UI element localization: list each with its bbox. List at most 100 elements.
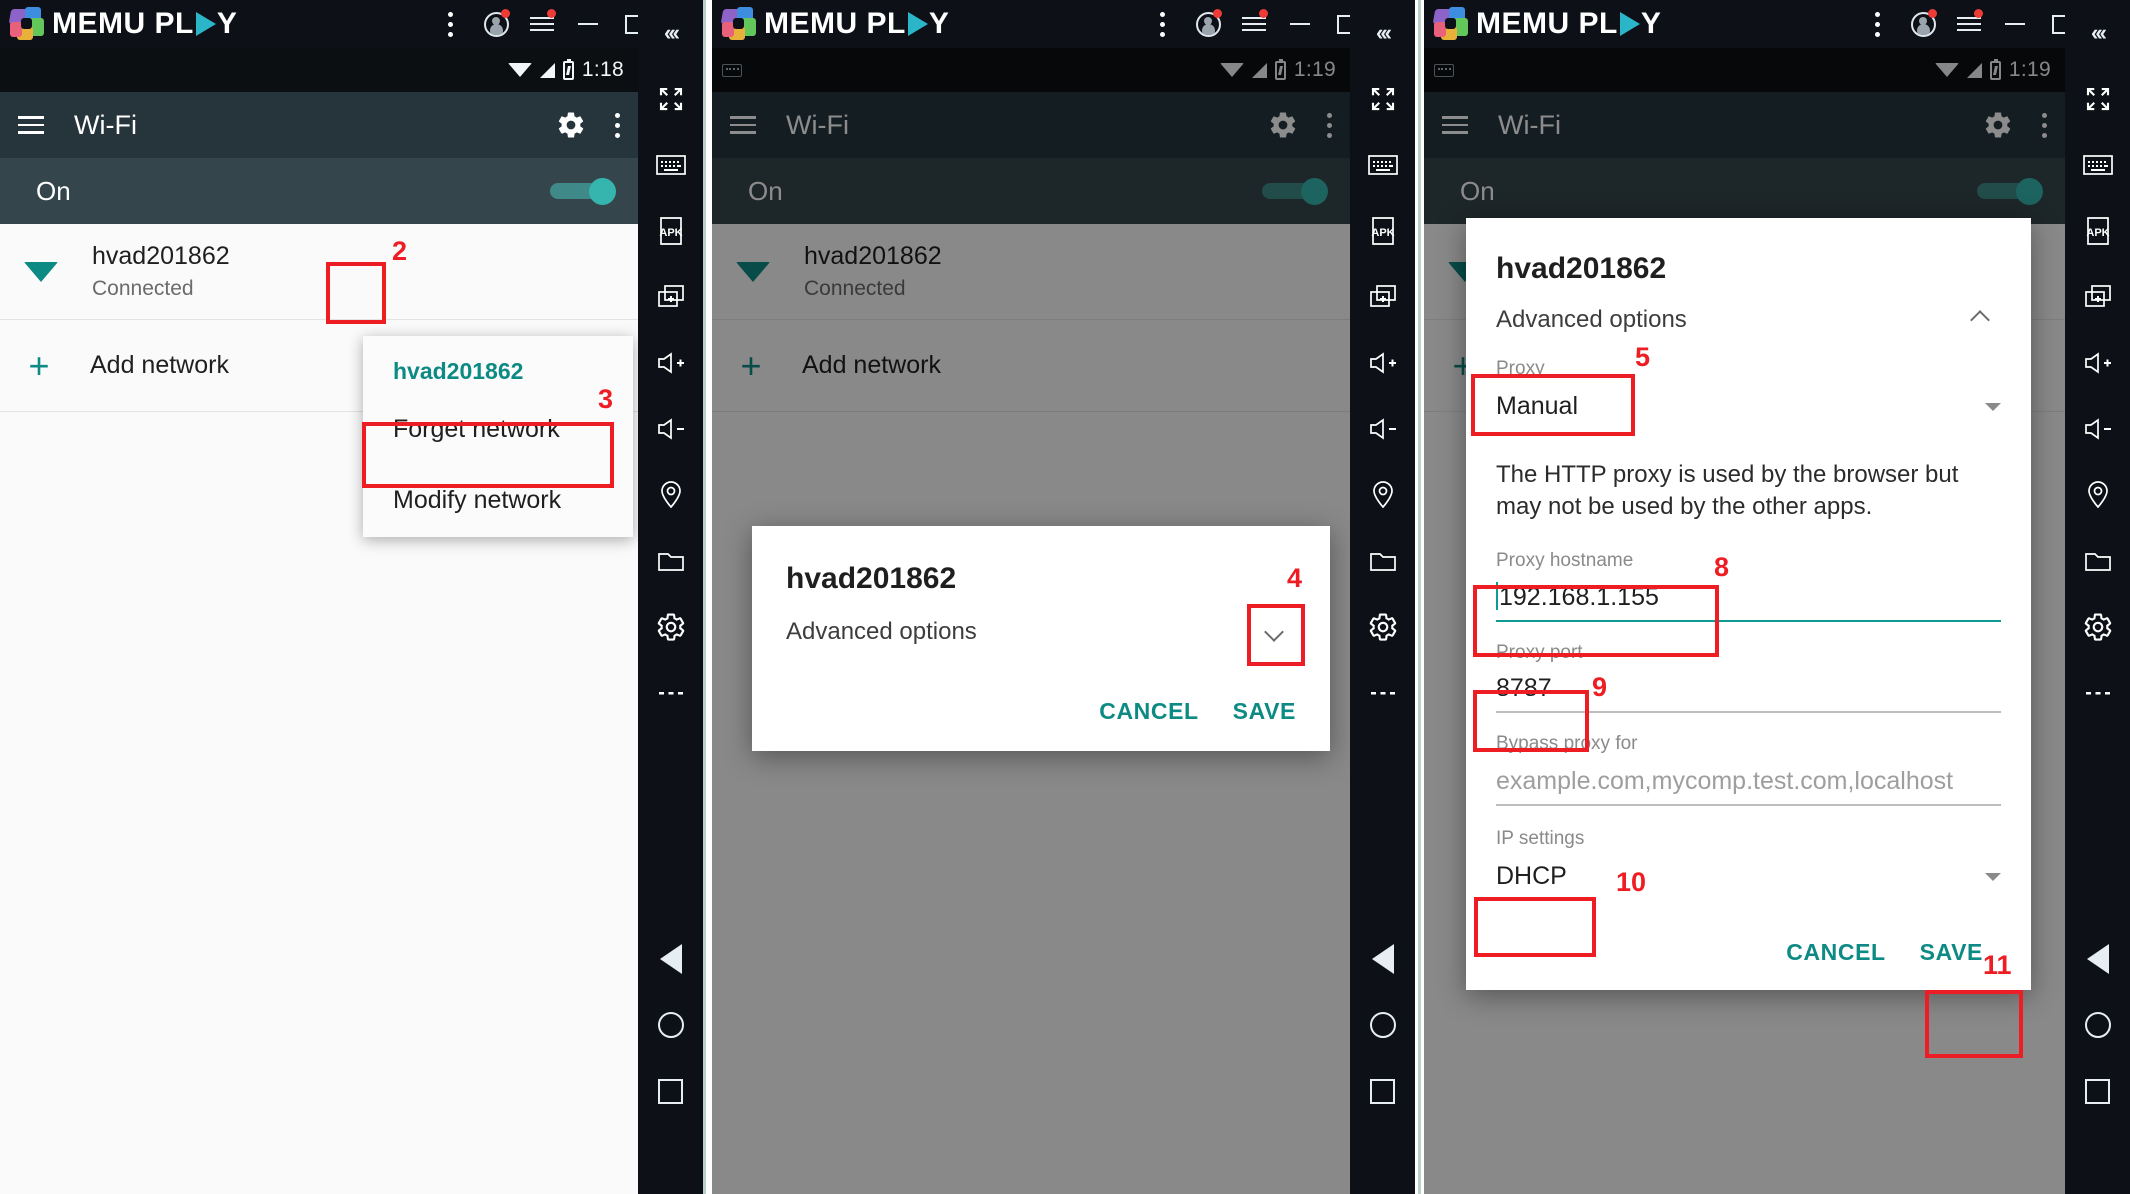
network-row-hvad201862[interactable]: hvad201862 Connected	[0, 224, 638, 320]
keyboard-button[interactable]	[1350, 132, 1415, 198]
settings-button[interactable]	[1350, 594, 1415, 660]
nav-back-button[interactable]	[1350, 926, 1415, 992]
apk-install-button[interactable]: APK	[1350, 198, 1415, 264]
keyboard-icon	[655, 155, 686, 175]
settings-button[interactable]	[2065, 594, 2130, 660]
titlebar: MEMU PL Y	[1424, 0, 2130, 48]
fullscreen-icon	[2086, 87, 2109, 111]
bypass-proxy-input[interactable]: example.com,mycomp.test.com,localhost	[1496, 767, 2001, 796]
nav-recents-button[interactable]	[1350, 1058, 1415, 1124]
titlebar-kebab-button[interactable]	[1854, 0, 1900, 48]
apk-icon: APK	[2086, 217, 2109, 245]
annotation-number-2: 2	[392, 236, 408, 266]
fullscreen-icon	[659, 87, 682, 111]
apk-install-button[interactable]: APK	[2065, 198, 2130, 264]
minimize-button[interactable]	[1992, 0, 2038, 48]
volume-up-icon	[2084, 352, 2111, 374]
location-button[interactable]	[1350, 462, 1415, 528]
account-button[interactable]	[1185, 0, 1231, 48]
volume-up-icon	[657, 352, 684, 374]
account-badge-dot	[1928, 9, 1937, 18]
page-title: Wi-Fi	[74, 109, 137, 140]
volume-down-button[interactable]	[2065, 396, 2130, 462]
context-menu-header: hvad201862	[393, 358, 524, 384]
nav-home-button[interactable]	[1350, 992, 1415, 1058]
minimize-icon	[2005, 23, 2025, 25]
fullscreen-button[interactable]	[1350, 66, 1415, 132]
memu-pentagon-logo	[8, 7, 44, 41]
collapse-rail-button[interactable]: ‹‹‹	[2065, 0, 2130, 66]
signal-icon	[539, 62, 555, 78]
recents-square-icon	[1370, 1078, 1395, 1104]
wifi-signal-icon	[24, 261, 58, 282]
volume-up-button[interactable]	[2065, 330, 2130, 396]
collapse-rail-button[interactable]: ‹‹‹	[638, 0, 703, 66]
titlebar-kebab-button[interactable]	[427, 0, 473, 48]
nav-home-button[interactable]	[638, 992, 703, 1058]
add-window-icon	[1369, 285, 1396, 307]
fullscreen-button[interactable]	[2065, 66, 2130, 132]
menu-badge-dot	[547, 9, 556, 18]
shared-folder-button[interactable]	[2065, 528, 2130, 594]
advanced-options-collapser[interactable]	[1959, 310, 2001, 330]
nav-recents-button[interactable]	[2065, 1058, 2130, 1124]
annotation-number-9: 9	[1592, 672, 1608, 702]
volume-up-button[interactable]	[1350, 330, 1415, 396]
memu-pentagon-logo	[720, 7, 756, 41]
wifi-toggle-row[interactable]: On	[0, 158, 638, 224]
cancel-button[interactable]: CANCEL	[1099, 698, 1198, 725]
hamburger-icon[interactable]	[18, 111, 44, 139]
volume-down-button[interactable]	[638, 396, 703, 462]
volume-up-button[interactable]	[638, 330, 703, 396]
ip-settings-select[interactable]: DHCP	[1496, 862, 2001, 891]
keyboard-button[interactable]	[2065, 132, 2130, 198]
settings-button[interactable]	[638, 594, 703, 660]
titlebar-kebab-button[interactable]	[1139, 0, 1185, 48]
menu-button[interactable]	[1231, 0, 1277, 48]
dialog-title: hvad201862	[1496, 252, 1667, 285]
multi-window-button[interactable]	[2065, 264, 2130, 330]
recents-square-icon	[658, 1078, 683, 1104]
nav-back-button[interactable]	[2065, 926, 2130, 992]
cancel-button[interactable]: CANCEL	[1786, 939, 1885, 966]
volume-down-button[interactable]	[1350, 396, 1415, 462]
annotation-box-5	[1471, 374, 1635, 436]
chevrons-left-icon: ‹‹‹	[1376, 20, 1392, 45]
account-button[interactable]	[473, 0, 519, 48]
minimize-button[interactable]	[565, 0, 611, 48]
wifi-toggle-switch[interactable]	[550, 178, 616, 205]
chevron-up-icon	[1970, 310, 1990, 330]
wifi-appbar: Wi-Fi	[0, 92, 638, 158]
more-button[interactable]	[638, 660, 703, 726]
proxy-hostname-label: Proxy hostname	[1496, 550, 1634, 572]
fullscreen-button[interactable]	[638, 66, 703, 132]
minimize-button[interactable]	[1277, 0, 1323, 48]
location-button[interactable]	[2065, 462, 2130, 528]
apk-install-button[interactable]: APK	[638, 198, 703, 264]
annotation-number-11: 11	[1983, 950, 2012, 980]
folder-icon	[1369, 553, 1396, 571]
location-button[interactable]	[638, 462, 703, 528]
menu-badge-dot	[1259, 9, 1268, 18]
shared-folder-button[interactable]	[1350, 528, 1415, 594]
collapse-rail-button[interactable]: ‹‹‹	[1350, 0, 1415, 66]
appbar-kebab-button[interactable]	[614, 112, 620, 138]
more-button[interactable]	[2065, 660, 2130, 726]
nav-back-button[interactable]	[638, 926, 703, 992]
location-pin-icon	[1372, 481, 1393, 509]
apk-icon: APK	[659, 217, 682, 245]
nav-home-button[interactable]	[2065, 992, 2130, 1058]
menu-button[interactable]	[519, 0, 565, 48]
multi-window-button[interactable]	[638, 264, 703, 330]
more-button[interactable]	[1350, 660, 1415, 726]
save-button[interactable]: SAVE	[1233, 698, 1296, 725]
menu-button[interactable]	[1946, 0, 1992, 48]
account-button[interactable]	[1900, 0, 1946, 48]
dialog-title: hvad201862	[786, 562, 957, 595]
save-button[interactable]: SAVE	[1920, 939, 1983, 966]
keyboard-button[interactable]	[638, 132, 703, 198]
nav-recents-button[interactable]	[638, 1058, 703, 1124]
gear-icon[interactable]	[556, 110, 586, 140]
multi-window-button[interactable]	[1350, 264, 1415, 330]
shared-folder-button[interactable]	[638, 528, 703, 594]
